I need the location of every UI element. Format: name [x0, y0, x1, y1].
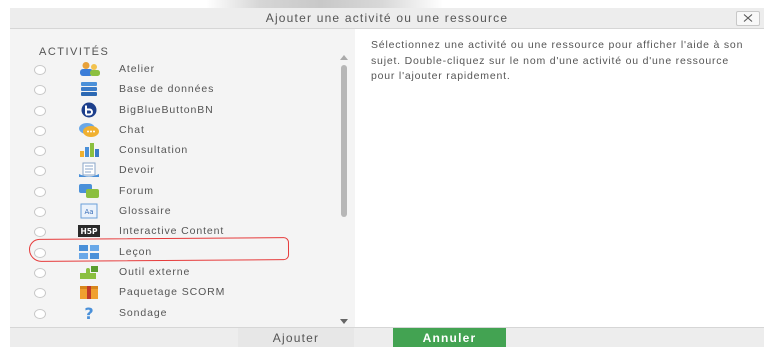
section-heading-activities: ACTIVITÉS — [39, 46, 110, 58]
activity-options: Atelier Base de données BigBlueButtonBN … — [10, 59, 340, 323]
option-atelier[interactable]: Atelier — [10, 59, 340, 79]
radio-button[interactable] — [34, 65, 46, 75]
dialog-titlebar: Ajouter une activité ou une ressource — [10, 8, 764, 29]
option-outil-externe[interactable]: Outil externe — [10, 262, 340, 282]
option-glossaire[interactable]: Aa Glossaire — [10, 201, 340, 221]
option-label: Sondage — [119, 306, 168, 319]
scroll-up-arrow-icon[interactable] — [340, 55, 348, 60]
option-label: Glossaire — [119, 205, 172, 218]
option-label: Interactive Content — [119, 225, 225, 238]
dialog-title: Ajouter une activité ou une ressource — [265, 11, 509, 25]
radio-button[interactable] — [34, 105, 46, 116]
option-label: Paquetage SCORM — [119, 286, 226, 299]
option-sondage[interactable]: ? Sondage — [10, 303, 340, 323]
svg-text:Aa: Aa — [84, 208, 93, 216]
option-label: Atelier — [119, 63, 156, 75]
help-text: Sélectionnez une activité ou une ressour… — [371, 39, 744, 82]
database-icon — [77, 81, 101, 97]
survey-icon: ? — [77, 304, 101, 323]
radio-button[interactable] — [34, 267, 46, 278]
consultation-icon — [77, 142, 101, 158]
workshop-icon — [77, 61, 101, 77]
option-label: Consultation — [119, 144, 189, 157]
option-label: Outil externe — [119, 265, 191, 278]
radio-button[interactable] — [34, 125, 46, 136]
external-tool-icon — [77, 264, 101, 280]
help-pane: Sélectionnez une activité ou une ressour… — [355, 29, 764, 327]
radio-button[interactable] — [34, 227, 46, 238]
glossary-icon: Aa — [77, 203, 101, 219]
close-icon — [743, 14, 753, 22]
radio-button[interactable] — [34, 186, 46, 197]
close-button[interactable] — [736, 11, 760, 26]
h5p-icon: H5P — [77, 223, 101, 239]
bigbluebutton-icon — [77, 102, 101, 118]
add-button[interactable]: Ajouter — [238, 328, 354, 347]
highlight-annotation — [28, 237, 290, 262]
option-bigbluebuttonbn[interactable]: BigBlueButtonBN — [10, 100, 340, 120]
svg-text:H5P: H5P — [81, 227, 98, 236]
dialog-footer: Ajouter Annuler — [10, 327, 764, 347]
radio-button[interactable] — [34, 288, 46, 299]
option-label: Base de données — [119, 83, 215, 96]
add-activity-dialog: Ajouter une activité ou une ressource AC… — [10, 8, 764, 347]
option-label: Forum — [119, 184, 154, 197]
radio-button[interactable] — [34, 146, 46, 157]
option-consultation[interactable]: Consultation — [10, 140, 340, 160]
radio-button[interactable] — [34, 166, 46, 177]
scorm-package-icon — [77, 284, 101, 300]
list-scrollbar[interactable] — [336, 55, 352, 327]
radio-button[interactable] — [34, 207, 46, 218]
scroll-down-arrow-icon[interactable] — [340, 319, 348, 324]
option-label: BigBlueButtonBN — [119, 103, 214, 116]
activity-list-pane: ACTIVITÉS Atelier Base de données BigBlu… — [10, 29, 355, 327]
svg-text:?: ? — [84, 305, 93, 321]
option-base-de-donnees[interactable]: Base de données — [10, 79, 340, 99]
cancel-button[interactable]: Annuler — [393, 328, 506, 347]
option-chat[interactable]: Chat — [10, 120, 340, 140]
option-label: Devoir — [119, 164, 155, 177]
option-devoir[interactable]: Devoir — [10, 160, 340, 180]
radio-button[interactable] — [34, 308, 46, 319]
forum-icon — [77, 183, 101, 199]
option-forum[interactable]: Forum — [10, 181, 340, 201]
option-paquetage-scorm[interactable]: Paquetage SCORM — [10, 282, 340, 302]
option-label: Chat — [119, 123, 145, 136]
chat-icon — [77, 122, 101, 138]
radio-button[interactable] — [34, 85, 46, 96]
scrollbar-thumb[interactable] — [341, 65, 347, 217]
assignment-icon — [77, 162, 101, 178]
